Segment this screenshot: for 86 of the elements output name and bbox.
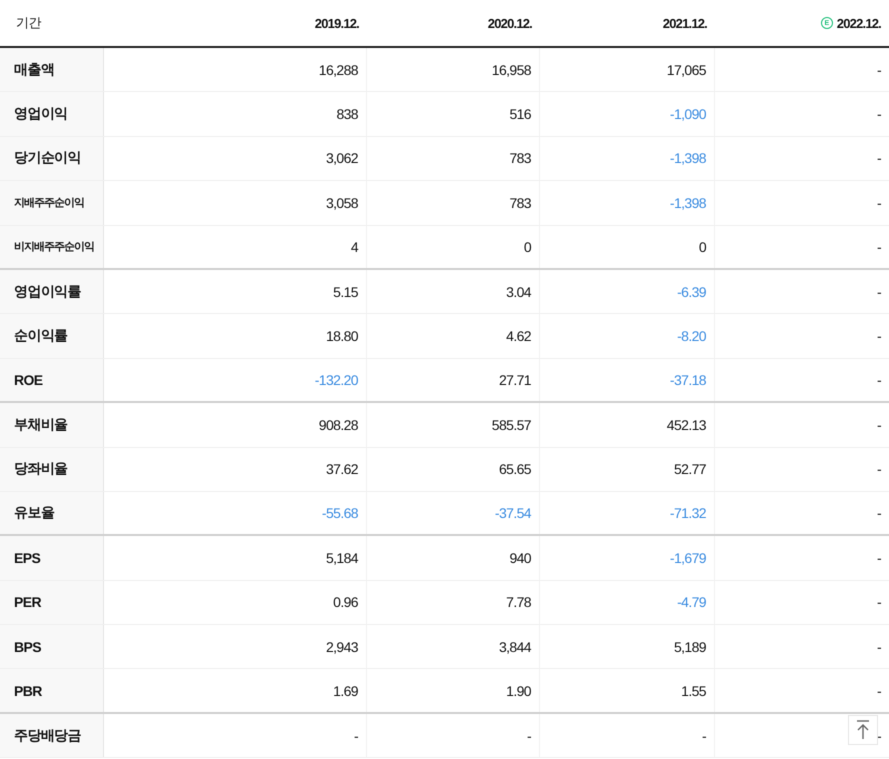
table-cell: 27.71 [498, 372, 531, 388]
table-cell: -132.20 [314, 372, 358, 388]
table-cell: - [354, 728, 358, 744]
row-label: 지배주주순이익 [0, 181, 104, 225]
table-cell: 2,943 [326, 638, 358, 655]
scroll-top-button[interactable] [848, 715, 878, 745]
table-cell: 4.62 [506, 328, 531, 344]
table-cell: -8.20 [677, 328, 706, 344]
table-cell: 5,189 [674, 638, 706, 655]
table-cell: - [876, 550, 881, 566]
column-header: 2019.12. [314, 16, 359, 30]
row-label: 비지배주주순이익 [0, 226, 104, 268]
table-cell: 17,065 [666, 62, 706, 78]
table-cell: 0 [524, 238, 531, 255]
table-cell: 940 [509, 550, 531, 566]
table-cell: - [876, 682, 881, 699]
table-cell: -37.54 [494, 505, 531, 522]
row-label: 영업이익률 [0, 270, 104, 314]
table-cell: - [702, 728, 706, 744]
table-cell: - [876, 638, 881, 655]
table-cell: 3,058 [326, 194, 358, 211]
table-cell: -1,090 [670, 106, 706, 122]
table-cell: - [876, 372, 881, 388]
table-cell: 7.78 [506, 594, 531, 610]
column-header: 2022.12. [836, 16, 881, 30]
row-label: 당좌비율 [0, 448, 104, 491]
row-label: BPS [0, 625, 104, 668]
table-cell: 5,184 [326, 550, 358, 566]
table-cell: - [876, 106, 881, 122]
table-cell: 908.28 [318, 416, 358, 433]
table-cell: -71.32 [670, 505, 706, 522]
table-cell: - [876, 594, 881, 610]
table-cell: - [876, 461, 881, 478]
table-cell: 1.90 [506, 682, 531, 699]
table-cell: 3,062 [326, 150, 358, 166]
table-cell: - [526, 728, 531, 744]
table-cell: - [876, 505, 881, 522]
column-header: 2021.12. [662, 16, 707, 30]
table-cell: 65.65 [498, 461, 531, 478]
row-label: 영업이익 [0, 92, 104, 136]
table-cell: -4.79 [677, 594, 706, 610]
table-cell: -1,679 [670, 550, 706, 566]
arrow-up-icon [856, 720, 870, 740]
table-cell: - [876, 62, 881, 78]
table-cell: 4 [350, 238, 358, 255]
table-cell: 838 [336, 106, 358, 122]
row-label: 부채비율 [0, 403, 104, 447]
header-label: 기간 [15, 14, 42, 32]
table-cell: - [876, 416, 881, 433]
table-cell: 18.80 [326, 328, 358, 344]
row-label: EPS [0, 536, 104, 580]
table-cell: -6.39 [677, 284, 706, 300]
row-label: PBR [0, 669, 104, 712]
row-label: 당기순이익 [0, 136, 104, 180]
row-label: 순이익률 [0, 314, 104, 358]
table-cell: 0 [698, 238, 706, 255]
row-label: 유보율 [0, 492, 104, 534]
row-label: ROE [0, 358, 104, 402]
table-cell: - [876, 194, 881, 211]
table-cell: 52.77 [674, 461, 706, 478]
table-cell: -1,398 [670, 194, 706, 211]
table-cell: 783 [509, 150, 531, 166]
table-cell: 5.15 [333, 284, 358, 300]
table-cell: 3.04 [506, 284, 531, 300]
table-cell: 16,958 [492, 62, 531, 78]
table-cell: 16,288 [318, 62, 358, 78]
row-label: 주당배당금 [0, 714, 104, 758]
table-cell: 783 [509, 194, 531, 211]
table-cell: 1.69 [333, 682, 358, 699]
table-cell: 1.55 [681, 682, 706, 699]
table-cell: - [876, 150, 881, 166]
table-cell: - [876, 328, 881, 344]
table-cell: -1,398 [670, 150, 706, 166]
table-cell: 0.96 [333, 594, 358, 610]
table-cell: 3,844 [498, 638, 531, 655]
row-label: PER [0, 580, 104, 624]
table-cell: - [876, 284, 881, 300]
table-cell: 452.13 [666, 416, 706, 433]
table-cell: 37.62 [326, 461, 358, 478]
table-cell: -37.18 [670, 372, 706, 388]
row-label: 매출액 [0, 48, 104, 92]
column-header: 2020.12. [488, 16, 532, 30]
table-cell: - [876, 238, 881, 255]
table-cell: 516 [509, 106, 531, 122]
table-cell: -55.68 [322, 505, 358, 522]
table-cell: 585.57 [492, 416, 531, 433]
